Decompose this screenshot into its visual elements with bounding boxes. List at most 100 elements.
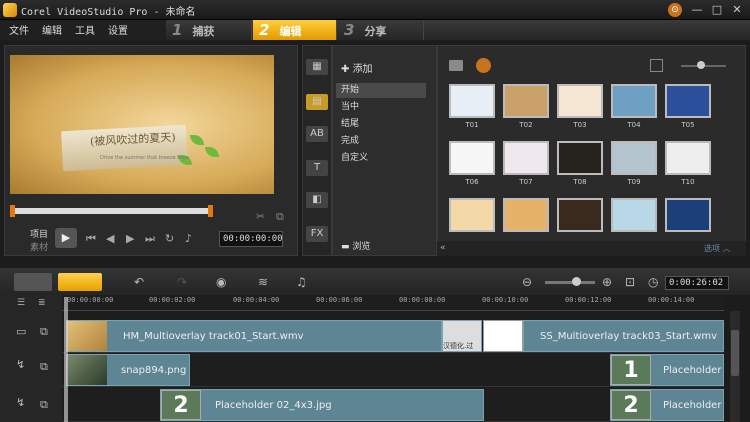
template-thumbnail[interactable] (665, 141, 711, 175)
audio-mixer-icon[interactable]: ≋ (258, 275, 268, 289)
add-button[interactable]: ✚ 添加 (341, 60, 373, 75)
scrub-bar[interactable] (10, 208, 210, 214)
template-thumbnail[interactable] (611, 198, 657, 232)
record-capture-icon[interactable]: ◉ (216, 275, 226, 289)
ruler-tick: 00:00:10:00 (482, 296, 529, 304)
close-button[interactable]: ✕ (728, 2, 746, 18)
overlay-clip[interactable]: 2 Placeholder 02_4x3.jpg (160, 389, 484, 421)
preview-timecode[interactable]: 00:00:00:00 (219, 231, 283, 247)
zoom-in-icon[interactable]: ⊕ (602, 275, 612, 289)
transition-clip[interactable]: 汉德化.过 (442, 320, 482, 352)
auto-music-icon[interactable]: ♫ (296, 275, 307, 289)
storyboard-view-button[interactable] (14, 273, 52, 291)
maximize-button[interactable]: □ (708, 2, 726, 18)
menu-tools[interactable]: 工具 (75, 22, 95, 37)
template-thumbnail[interactable] (557, 84, 603, 118)
timeline-scrollbar-thumb[interactable] (731, 330, 739, 376)
timeline-view-button[interactable] (58, 273, 102, 291)
transition-label: 汉德化.过 (443, 342, 474, 350)
track-manager-icon[interactable]: ☰ (17, 298, 25, 308)
library-item-middle[interactable]: 当中 (336, 100, 426, 115)
clip-thumbnail (483, 320, 523, 352)
zoom-out-icon[interactable]: ⊖ (522, 275, 532, 289)
video-track-icon[interactable]: ▭ (16, 325, 26, 338)
trim-start-handle[interactable] (10, 205, 15, 217)
help-icon[interactable]: ⊙ (668, 3, 682, 17)
clip-thumbnail: 1 (611, 355, 651, 385)
track-options-icon[interactable]: ⧉ (40, 325, 48, 339)
overlay-track-1-icon[interactable]: ↯ (16, 358, 25, 371)
overlay-track-2-icon[interactable]: ↯ (16, 396, 25, 409)
tab-capture[interactable]: 1 捕获 (166, 20, 252, 40)
fit-to-window-icon[interactable]: ⊡ (625, 275, 635, 289)
enlarge-icon[interactable]: ⧉ (276, 210, 284, 224)
scissors-icon[interactable]: ✂ (256, 210, 265, 223)
template-thumbnail[interactable] (503, 141, 549, 175)
overlay-clip[interactable]: snap894.png (66, 354, 190, 386)
library-item-custom[interactable]: 自定义 (336, 151, 426, 166)
thumb-size-knob[interactable] (697, 61, 705, 69)
collapse-left-icon[interactable]: « (440, 243, 446, 253)
undo-icon[interactable]: ↶ (134, 275, 144, 289)
template-thumbnail[interactable] (665, 84, 711, 118)
import-icon[interactable] (650, 59, 663, 72)
redo-icon[interactable]: ↷ (177, 275, 187, 289)
playhead[interactable] (64, 297, 68, 422)
ruler-tick: 00:00:02:00 (149, 296, 196, 304)
volume-icon[interactable]: ♪ (185, 232, 192, 245)
template-label: T08 (573, 178, 587, 186)
chapter-icon[interactable]: ≣ (38, 298, 46, 308)
library-item-start[interactable]: 开始 (336, 83, 426, 98)
browse-button[interactable]: ▬ 浏览 (341, 239, 370, 252)
overlay-clip[interactable]: 1 Placeholder 01 (610, 354, 724, 386)
clip-thumbnail: 2 (611, 390, 651, 420)
template-thumbnail[interactable] (611, 141, 657, 175)
tab-share[interactable]: 3 分享 (338, 20, 424, 40)
instant-project-icon[interactable]: ▤ (306, 94, 328, 110)
zoom-slider-knob[interactable] (572, 277, 581, 286)
media-icon[interactable]: ▦ (306, 59, 328, 75)
folder-icon[interactable] (449, 60, 463, 71)
clip-label: SS_Multioverlay track03_Start.wmv (540, 331, 718, 342)
next-frame-icon[interactable]: ▶ (126, 232, 134, 245)
video-clip[interactable]: HM_Multioverlay track01_Start.wmv (66, 320, 442, 352)
ruler-tick: 00:00:04:00 (233, 296, 280, 304)
template-thumbnail[interactable] (503, 198, 549, 232)
tab-edit[interactable]: 2 编辑 (253, 20, 337, 40)
clip-label: Placeholder 01 (663, 365, 723, 376)
title-icon[interactable]: T (306, 160, 328, 176)
home-icon[interactable]: ⏮ (86, 232, 96, 246)
menu-settings[interactable]: 设置 (108, 22, 128, 37)
trim-end-handle[interactable] (208, 205, 213, 217)
menu-file[interactable]: 文件 (9, 22, 29, 37)
menu-edit[interactable]: 编辑 (42, 22, 62, 37)
template-thumbnail[interactable] (611, 84, 657, 118)
track-options-icon[interactable]: ⧉ (40, 398, 48, 412)
template-thumbnail[interactable] (665, 198, 711, 232)
template-thumbnail[interactable] (449, 141, 495, 175)
zoom-slider[interactable] (545, 281, 595, 284)
clip-mode-label[interactable]: 素材 (30, 240, 48, 253)
options-button[interactable]: 选项 ︿ (704, 243, 731, 254)
clip-label: snap894.png (121, 365, 187, 376)
end-icon[interactable]: ⏭ (145, 232, 155, 246)
sort-icon[interactable] (476, 58, 491, 73)
template-thumbnail[interactable] (449, 84, 495, 118)
project-mode-label[interactable]: 项目 (30, 227, 48, 240)
fx-icon[interactable]: FX (306, 226, 328, 242)
overlay-clip[interactable]: 2 Placeholder 02 (610, 389, 724, 421)
video-clip[interactable]: SS_Multioverlay track03_Start.wmv (523, 320, 724, 352)
template-thumbnail[interactable] (449, 198, 495, 232)
library-item-end[interactable]: 结尾 (336, 117, 426, 132)
minimize-button[interactable]: — (688, 2, 706, 18)
graphic-icon[interactable]: ◧ (306, 192, 328, 208)
track-options-icon[interactable]: ⧉ (40, 360, 48, 374)
play-button[interactable]: ▶ (55, 228, 77, 248)
template-thumbnail[interactable] (503, 84, 549, 118)
template-thumbnail[interactable] (557, 141, 603, 175)
library-item-complete[interactable]: 完成 (336, 134, 426, 149)
previous-frame-icon[interactable]: ◀ (106, 232, 114, 245)
template-thumbnail[interactable] (557, 198, 603, 232)
transition-icon[interactable]: AB (306, 126, 328, 142)
repeat-icon[interactable]: ↻ (165, 232, 174, 245)
